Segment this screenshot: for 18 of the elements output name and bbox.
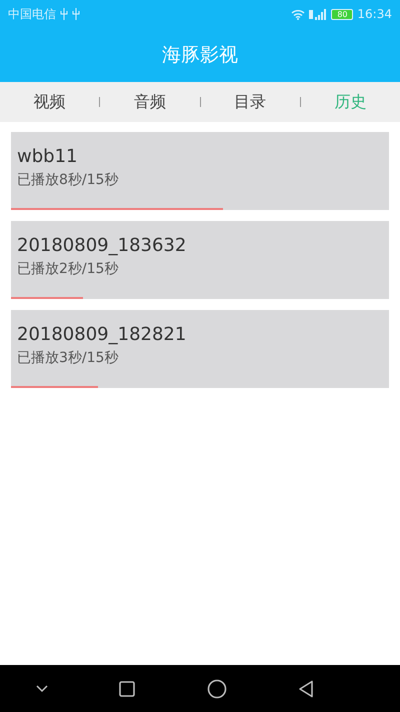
usb-icon: [60, 8, 68, 20]
home-icon[interactable]: [206, 678, 227, 698]
clock: 16:34: [357, 7, 392, 21]
nav-tab[interactable]: 音频: [100, 92, 200, 112]
chevron-down-icon[interactable]: [36, 684, 48, 692]
battery-level: 80: [331, 8, 354, 20]
app-title: 海豚影视: [161, 43, 239, 68]
usb-icon: [72, 8, 80, 20]
nav-tab[interactable]: 视频: [0, 92, 100, 112]
back-icon[interactable]: [298, 680, 314, 698]
video-title: wbb11: [17, 146, 78, 167]
wifi-icon: [291, 8, 306, 20]
video-title: 20180809_183632: [17, 235, 188, 256]
video-title: 20180809_182821: [17, 324, 188, 345]
carrier-name: 中国电信: [8, 6, 56, 22]
signal-icon: [309, 8, 328, 20]
square-icon[interactable]: [119, 680, 136, 696]
nav-tab[interactable]: 目录: [200, 92, 300, 112]
